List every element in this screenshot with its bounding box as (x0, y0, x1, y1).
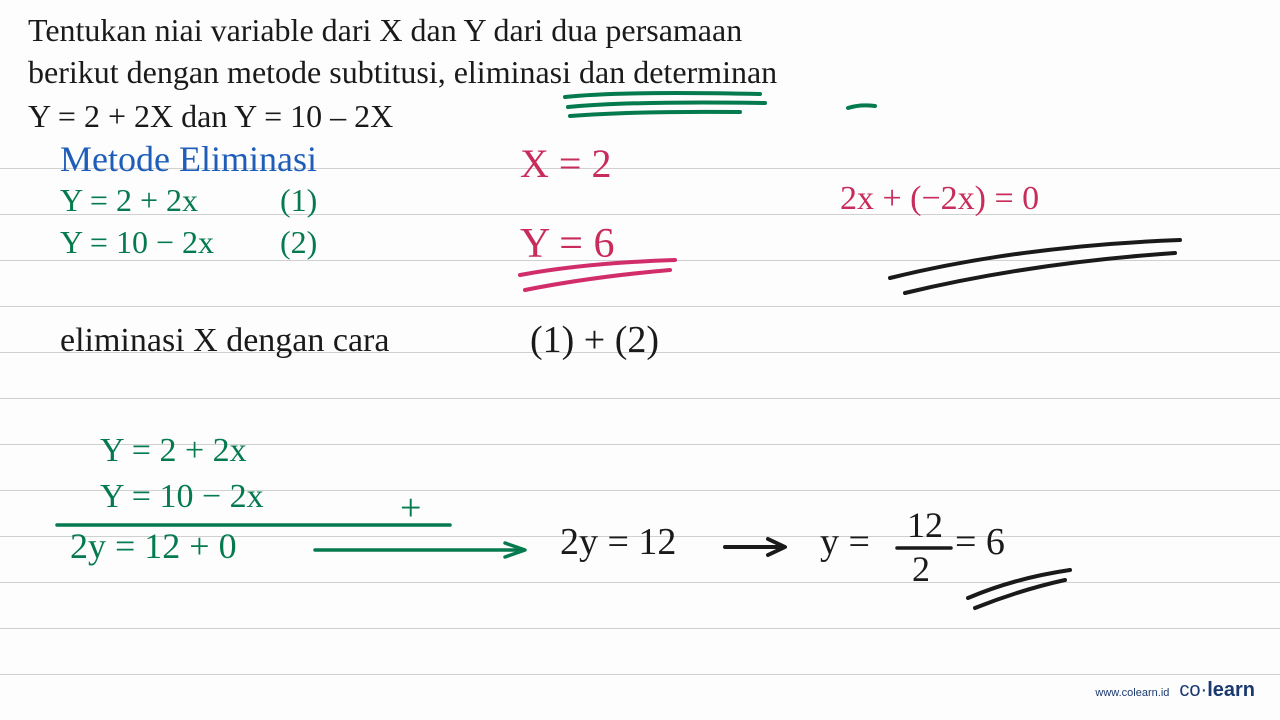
answer-y: Y = 6 (520, 220, 614, 268)
calc-result-b: y = (820, 520, 870, 564)
final-swoosh (960, 568, 1080, 613)
calc-frac-top: 12 (900, 504, 950, 546)
watermark-logo: co·learn (1179, 679, 1255, 702)
swoosh-black (880, 238, 1200, 308)
calc-sum: 2y = 12 + 0 (70, 525, 237, 567)
elimination-step-ops: (1) + (2) (530, 318, 659, 362)
problem-line-2: berikut dengan metode subtitusi, elimina… (28, 52, 777, 94)
calc-arrow (310, 540, 540, 560)
answer-x: X = 2 (520, 140, 611, 187)
method-title: Metode Eliminasi (60, 138, 317, 180)
watermark: www.colearn.id co·learn (1095, 679, 1255, 702)
small-dash (845, 100, 885, 120)
equation-1-label: (1) (280, 182, 317, 219)
problem-line-3: Y = 2 + 2X dan Y = 10 – 2X (28, 96, 393, 138)
calc-eq2: Y = 10 − 2x (100, 478, 264, 516)
equation-1: Y = 2 + 2x (60, 182, 198, 219)
check-expression: 2x + (−2x) = 0 (840, 180, 1039, 218)
arrow-small (720, 535, 800, 560)
calc-eq1: Y = 2 + 2x (100, 432, 247, 470)
calc-result-a: 2y = 12 (560, 520, 676, 564)
calc-result-c: = 6 (955, 520, 1005, 564)
watermark-url: www.colearn.id (1095, 687, 1169, 699)
calc-frac-bot: 2 (912, 548, 930, 590)
equation-2-label: (2) (280, 224, 317, 261)
elimination-step-text: eliminasi X dengan cara (60, 322, 389, 360)
equation-2: Y = 10 − 2x (60, 224, 214, 261)
calc-plus: + (400, 486, 421, 530)
problem-line-1: Tentukan niai variable dari X dan Y dari… (28, 10, 742, 52)
